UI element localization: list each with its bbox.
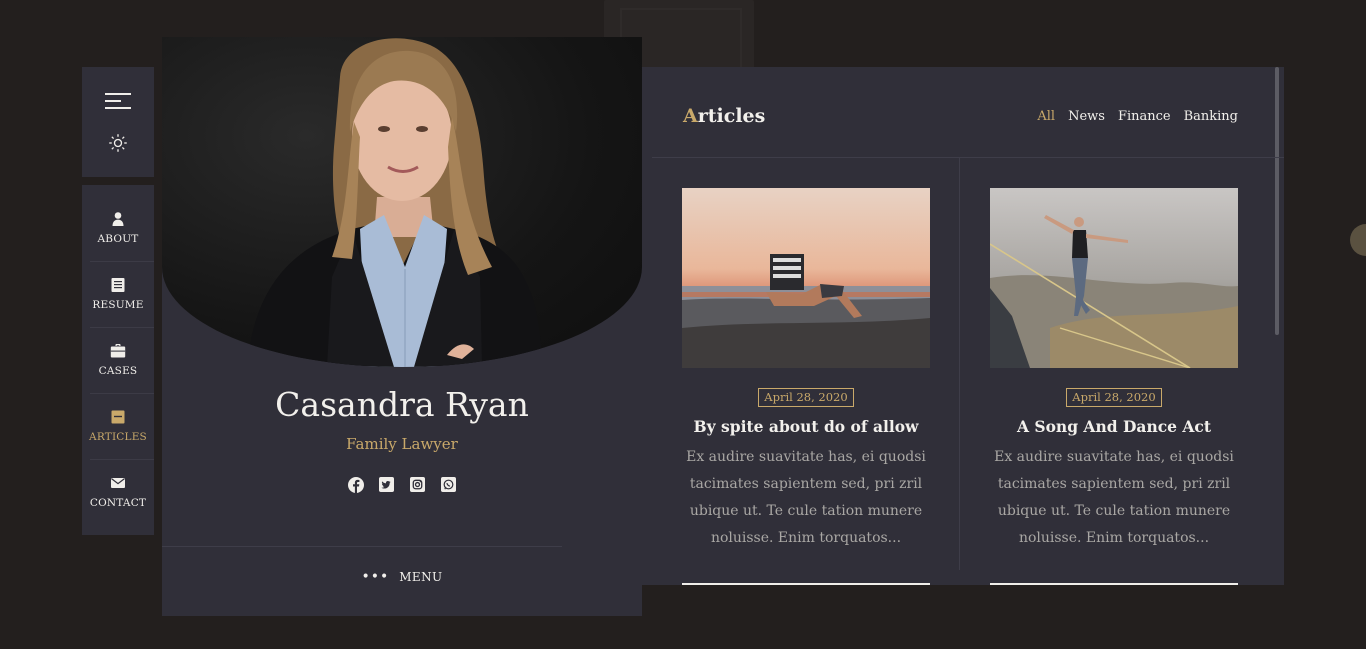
next-article-card-edge xyxy=(990,583,1238,585)
envelope-icon xyxy=(111,478,125,488)
nav-item-about[interactable]: ABOUT xyxy=(82,195,154,261)
article-excerpt: Ex audire suavitate has, ei quodsi tacim… xyxy=(994,449,1234,546)
profile-photo xyxy=(162,37,642,367)
article-thumbnail[interactable] xyxy=(990,188,1238,368)
column-divider xyxy=(959,158,960,570)
nav-item-resume[interactable]: RESUME xyxy=(82,261,154,327)
next-article-card-edge xyxy=(682,583,930,585)
instagram-icon[interactable] xyxy=(409,476,426,493)
nav-top-panel xyxy=(82,67,154,177)
filter-all[interactable]: All xyxy=(1037,109,1055,124)
whatsapp-icon[interactable] xyxy=(440,476,457,493)
article-date: April 28, 2020 xyxy=(1066,388,1162,407)
scrollbar[interactable] xyxy=(1275,67,1279,335)
menu-button[interactable]: ••• MENU xyxy=(162,570,642,584)
nav-item-label: ABOUT xyxy=(97,233,139,245)
filter-news[interactable]: News xyxy=(1068,109,1105,124)
section-title: Articles xyxy=(683,105,766,127)
sun-icon[interactable] xyxy=(108,133,128,153)
article-card: April 28, 2020 A Song And Dance Act Ex a… xyxy=(990,188,1238,552)
profile-name: Casandra Ryan xyxy=(275,385,529,424)
facebook-icon[interactable] xyxy=(347,476,364,493)
nav-item-contact[interactable]: CONTACT xyxy=(82,459,154,525)
profile-divider xyxy=(162,546,562,547)
nav-item-label: RESUME xyxy=(92,299,144,311)
article-card: April 28, 2020 By spite about do of allo… xyxy=(682,188,930,552)
side-circle-decoration xyxy=(1350,224,1366,256)
filter-banking[interactable]: Banking xyxy=(1184,109,1238,124)
articles-panel: Articles All News Finance Banking April … xyxy=(642,67,1284,585)
filter-finance[interactable]: Finance xyxy=(1118,109,1171,124)
briefcase-icon xyxy=(110,344,126,358)
article-icon xyxy=(111,410,125,424)
article-excerpt: Ex audire suavitate has, ei quodsi tacim… xyxy=(686,449,926,546)
nav-item-label: CONTACT xyxy=(89,497,147,509)
menu-label: MENU xyxy=(399,570,443,584)
article-title[interactable]: A Song And Dance Act xyxy=(990,417,1238,436)
nav-item-label: ARTICLES xyxy=(89,431,147,443)
social-links xyxy=(162,476,642,493)
nav-item-label: CASES xyxy=(98,365,138,377)
profile-card: Casandra Ryan Family Lawyer ••• MENU xyxy=(162,37,642,616)
article-title[interactable]: By spite about do of allow xyxy=(682,417,930,436)
document-icon xyxy=(111,278,125,292)
hamburger-menu-icon[interactable] xyxy=(105,91,131,111)
side-nav-menu: ABOUT RESUME CASES ARTICLES CONTACT xyxy=(82,185,154,535)
article-thumbnail[interactable] xyxy=(682,188,930,368)
nav-item-articles[interactable]: ARTICLES xyxy=(82,393,154,459)
header-divider xyxy=(652,157,1284,158)
nav-item-cases[interactable]: CASES xyxy=(82,327,154,393)
person-icon xyxy=(112,212,124,226)
article-date: April 28, 2020 xyxy=(758,388,854,407)
article-filters: All News Finance Banking xyxy=(1037,109,1238,124)
profile-role: Family Lawyer xyxy=(346,435,458,453)
twitter-icon[interactable] xyxy=(378,476,395,493)
dots-icon: ••• xyxy=(361,569,390,585)
